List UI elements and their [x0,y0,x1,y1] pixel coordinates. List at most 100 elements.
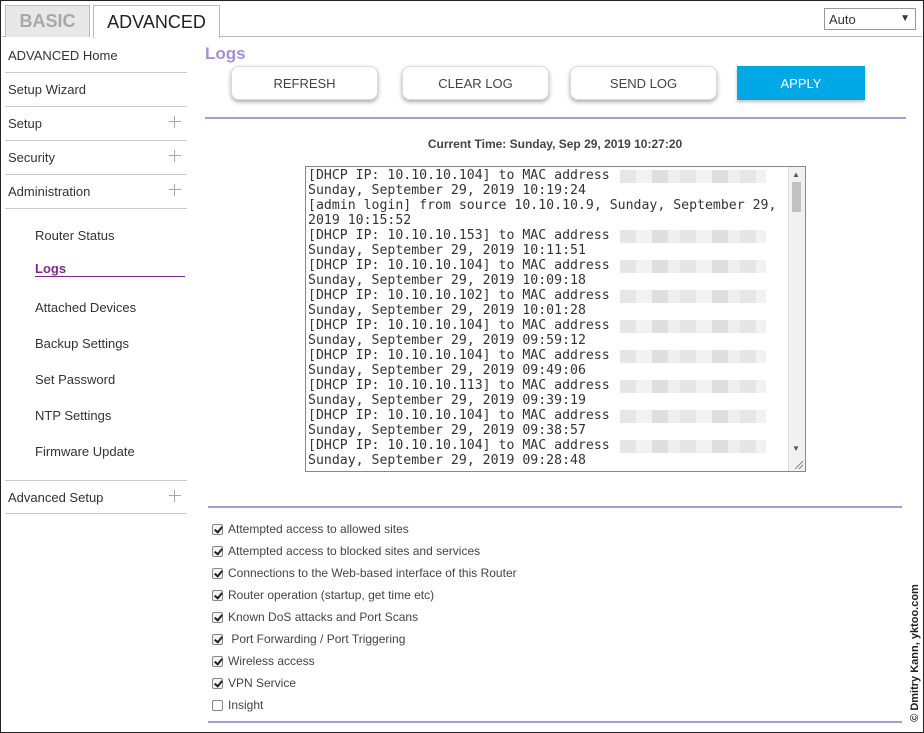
log-option-label: Known DoS attacks and Port Scans [228,610,419,624]
sidebar-item-administration[interactable]: Administration [5,175,187,209]
log-line: [DHCP IP: 10.10.10.104] to MAC address [308,318,786,333]
log-option-row[interactable]: VPN Service [212,676,296,690]
sidebar-subitem-attached-devices[interactable]: Attached Devices [35,300,136,315]
checkbox-checked[interactable] [212,633,223,645]
log-line: Sunday, September 29, 2019 09:28:48 [308,453,586,468]
log-option-label: VPN Service [228,676,297,690]
redacted-mac-address [620,410,766,423]
tab-basic[interactable]: BASIC [5,5,90,37]
redacted-mac-address [620,170,766,183]
language-select-value: Auto [829,11,856,27]
plus-icon[interactable] [169,184,181,196]
checkbox-checked[interactable] [212,655,223,667]
checkbox-unchecked[interactable] [212,699,223,711]
checkbox-checked[interactable] [212,611,223,623]
log-option-row[interactable]: Port Forwarding / Port Triggering [212,632,405,646]
section-divider [205,117,906,119]
refresh-button[interactable]: REFRESH [231,66,378,100]
redacted-mac-address [620,350,766,363]
chevron-down-icon: ▼ [900,13,910,24]
sidebar-item-advanced-setup[interactable]: Advanced Setup [5,480,187,514]
scroll-up-icon[interactable]: ▲ [792,170,800,179]
plus-icon[interactable] [169,150,181,162]
log-option-row[interactable]: Insight [212,698,263,712]
sidebar-item-label: Administration [8,184,91,199]
sidebar-item-security[interactable]: Security [5,141,187,175]
log-line: Sunday, September 29, 2019 10:11:51 [308,243,586,258]
watermark-text: © Dmitry Kann, yktoo.com [909,584,921,722]
active-item-underline [35,276,185,277]
checkbox-checked[interactable] [212,589,223,601]
log-line: [DHCP IP: 10.10.10.104] to MAC address [308,168,786,183]
log-option-label: Router operation (startup, get time etc) [228,588,435,602]
log-option-row[interactable]: Wireless access [212,654,315,668]
redacted-mac-address [620,380,766,393]
tab-divider [220,36,922,37]
log-line: [DHCP IP: 10.10.10.102] to MAC address [308,288,786,303]
redacted-mac-address [620,230,766,243]
options-divider-top [208,506,902,508]
tab-divider-left [2,36,5,37]
current-time: Current Time: Sunday, Sep 29, 2019 10:27… [427,137,683,151]
checkbox-checked[interactable] [212,677,223,689]
sidebar-subitem-ntp-settings[interactable]: NTP Settings [35,408,111,423]
log-textarea[interactable]: [DHCP IP: 10.10.10.104] to MAC address Su… [305,166,806,472]
page-title: Logs [205,44,246,63]
checkbox-checked[interactable] [212,545,223,557]
log-line: [DHCP IP: 10.10.10.104] to MAC address [308,348,786,363]
apply-button[interactable]: APPLY [737,66,865,100]
log-option-label: Port Forwarding / Port Triggering [228,632,406,646]
redacted-mac-address [620,320,766,333]
sidebar-item-label: ADVANCED Home [8,48,118,63]
log-line: [DHCP IP: 10.10.10.113] to MAC address [308,378,786,393]
clear-log-button[interactable]: CLEAR LOG [402,66,549,100]
watermark: © Dmitry Kann, yktoo.com [905,578,924,728]
log-option-label: Wireless access [228,654,315,668]
resize-handle-icon[interactable] [794,460,804,470]
redacted-mac-address [620,260,766,273]
sidebar-subitem-router-status[interactable]: Router Status [35,228,115,243]
log-option-row[interactable]: Connections to the Web-based interface o… [212,566,517,580]
log-line: [DHCP IP: 10.10.10.104] to MAC address [308,258,786,273]
log-line: [admin login] from source 10.10.10.9, Su… [308,198,777,213]
scrollbar-thumb[interactable] [792,182,801,212]
sidebar-subitem-firmware-update[interactable]: Firmware Update [35,444,135,459]
plus-icon[interactable] [169,490,181,502]
sidebar-item-label: Setup Wizard [8,82,87,97]
options-divider-bottom [208,721,902,723]
scroll-down-icon[interactable]: ▼ [792,444,800,453]
log-line: Sunday, September 29, 2019 09:38:57 [308,423,586,438]
sidebar-item-label: Advanced Setup [8,489,104,505]
sidebar-item-label: Security [8,150,55,165]
log-line: [DHCP IP: 10.10.10.104] to MAC address [308,408,786,423]
log-line: [DHCP IP: 10.10.10.153] to MAC address [308,228,786,243]
sidebar-subitem-backup-settings[interactable]: Backup Settings [35,336,129,351]
log-line: Sunday, September 29, 2019 09:49:06 [308,363,586,378]
sidebar-subitem-set-password[interactable]: Set Password [35,372,115,387]
redacted-mac-address [620,440,766,453]
log-line: [DHCP IP: 10.10.10.104] to MAC address [308,438,786,453]
tab-advanced[interactable]: ADVANCED [93,5,220,38]
log-option-label: Attempted access to blocked sites and se… [228,544,481,558]
log-option-row[interactable]: Router operation (startup, get time etc) [212,588,434,602]
log-scrollbar[interactable]: ▲ ▼ [788,167,805,471]
sidebar-item-label: Setup [8,116,42,131]
checkbox-checked[interactable] [212,567,223,579]
log-option-label: Connections to the Web-based interface o… [228,566,517,580]
redacted-mac-address [620,290,766,303]
sidebar-item-setup[interactable]: Setup [5,107,187,141]
log-option-label: Insight [228,698,264,712]
log-option-label: Attempted access to allowed sites [228,522,409,536]
log-line: Sunday, September 29, 2019 10:09:18 [308,273,586,288]
log-option-row[interactable]: Attempted access to blocked sites and se… [212,544,480,558]
log-line: 2019 10:15:52 [308,213,412,228]
send-log-button[interactable]: SEND LOG [570,66,717,100]
checkbox-checked[interactable] [212,523,223,535]
plus-icon[interactable] [169,116,181,128]
sidebar-item-advanced-home[interactable]: ADVANCED Home [5,39,187,73]
sidebar-item-setup-wizard[interactable]: Setup Wizard [5,73,187,107]
sidebar-subitem-logs[interactable]: Logs [35,261,66,276]
log-option-row[interactable]: Known DoS attacks and Port Scans [212,610,418,624]
log-option-row[interactable]: Attempted access to allowed sites [212,522,409,536]
language-select[interactable]: Auto ▼ [824,8,916,30]
